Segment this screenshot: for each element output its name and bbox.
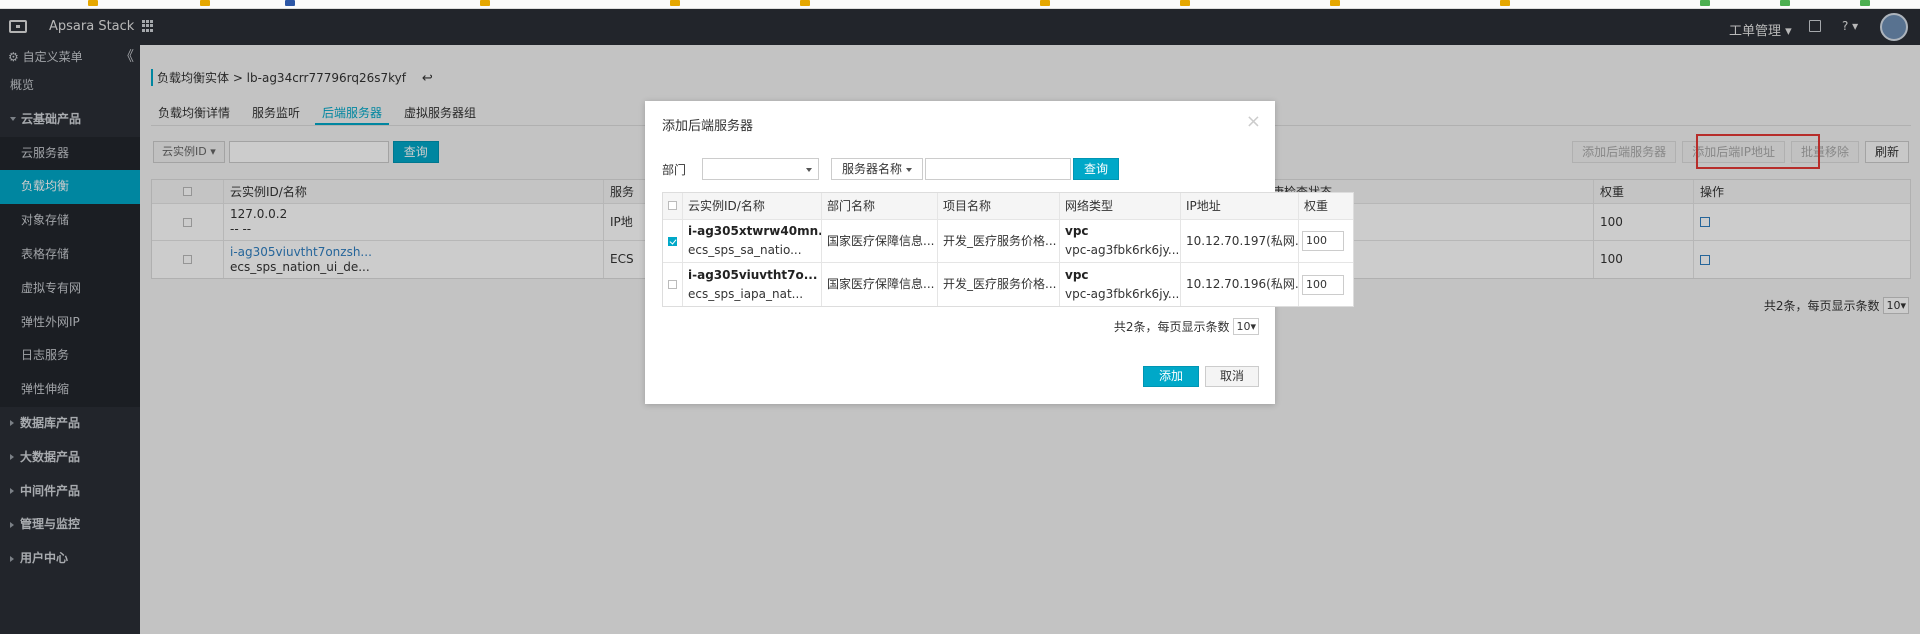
col-instance: 云实例ID/名称 <box>683 193 822 219</box>
chevron-down-icon <box>906 167 913 172</box>
department-cell: 国家医疗保障信息... <box>822 220 938 262</box>
dialog-pager: 共2条，每页显示条数 10▾ <box>1114 318 1259 335</box>
network-type: vpc <box>1065 224 1089 238</box>
instance-cell: i-ag305xtwrw40mn... ecs_sps_sa_natio... <box>683 220 822 262</box>
table-row: i-ag305xtwrw40mn... ecs_sps_sa_natio... … <box>663 220 1353 263</box>
add-backend-server-dialog: 添加后端服务器 × 部门 服务器名称 查询 云实例ID/名称 部门名称 项目名称… <box>645 101 1354 404</box>
server-name-filter-dropdown[interactable]: 服务器名称 <box>831 158 924 180</box>
page-size-select[interactable]: 10▾ <box>1233 318 1259 335</box>
server-name-label: 服务器名称 <box>842 162 903 176</box>
select-all-checkbox[interactable] <box>668 201 677 210</box>
network-cell: vpc vpc-ag3fbk6rk6jy... <box>1060 220 1181 262</box>
department-cell: 国家医疗保障信息... <box>822 263 938 306</box>
vpc-id: vpc-ag3fbk6rk6jy... <box>1065 286 1180 301</box>
project-cell: 开发_医疗服务价格... <box>938 220 1060 262</box>
instance-id: i-ag305xtwrw40mn... <box>688 224 822 238</box>
network-cell: vpc vpc-ag3fbk6rk6jy... <box>1060 263 1181 306</box>
row-check-cell <box>663 220 683 262</box>
row-check-cell <box>663 263 683 306</box>
ip-cell: 10.12.70.196(私网... <box>1181 263 1299 306</box>
row-checkbox[interactable] <box>668 280 677 289</box>
col-weight: 权重 <box>1304 199 1329 213</box>
server-select-table: 云实例ID/名称 部门名称 项目名称 网络类型 IP地址 权重 i-ag305x… <box>662 192 1354 307</box>
weight-input[interactable]: 100 <box>1302 274 1344 295</box>
add-button[interactable]: 添加 <box>1142 366 1199 387</box>
table-row: i-ag305viuvtht7o... ecs_sps_iapa_nat... … <box>663 263 1353 306</box>
pager-text: 共2条，每页显示条数 <box>1113 320 1230 334</box>
col-ip: IP地址 <box>1181 193 1299 219</box>
row-checkbox-checked[interactable] <box>668 236 677 246</box>
dialog-search-button[interactable]: 查询 <box>1073 158 1120 180</box>
department-label: 部门 <box>662 162 687 177</box>
cancel-button[interactable]: 取消 <box>1204 366 1259 387</box>
server-name-input[interactable] <box>925 158 1072 180</box>
weight-cell: 100 <box>1299 220 1353 262</box>
col-department: 部门名称 <box>822 193 938 219</box>
network-type: vpc <box>1065 267 1089 282</box>
dialog-filter-bar: 部门 服务器名称 查询 <box>662 158 1120 180</box>
weight-cell: 100 <box>1299 263 1353 306</box>
col-project: 项目名称 <box>938 193 1060 219</box>
dialog-footer: 添加 取消 <box>1142 366 1259 387</box>
instance-name: ecs_sps_sa_natio... <box>688 243 802 257</box>
instance-name: ecs_sps_iapa_nat... <box>688 286 804 301</box>
vpc-id: vpc-ag3fbk6rk6jy... <box>1065 243 1180 257</box>
dialog-title: 添加后端服务器 <box>662 119 754 134</box>
select-all-cell <box>663 193 683 219</box>
project-cell: 开发_医疗服务价格... <box>938 263 1060 306</box>
instance-id: i-ag305viuvtht7o... <box>688 267 818 282</box>
bookmark-strip <box>0 0 1920 9</box>
col-network-type: 网络类型 <box>1060 193 1181 219</box>
weight-input[interactable]: 100 <box>1302 231 1344 251</box>
department-select[interactable] <box>702 158 820 180</box>
ip-cell: 10.12.70.197(私网... <box>1181 220 1299 262</box>
table-header: 云实例ID/名称 部门名称 项目名称 网络类型 IP地址 权重 <box>663 193 1353 220</box>
close-icon[interactable]: × <box>1246 113 1261 131</box>
chevron-down-icon <box>806 168 813 172</box>
instance-cell: i-ag305viuvtht7o... ecs_sps_iapa_nat... <box>683 263 822 306</box>
